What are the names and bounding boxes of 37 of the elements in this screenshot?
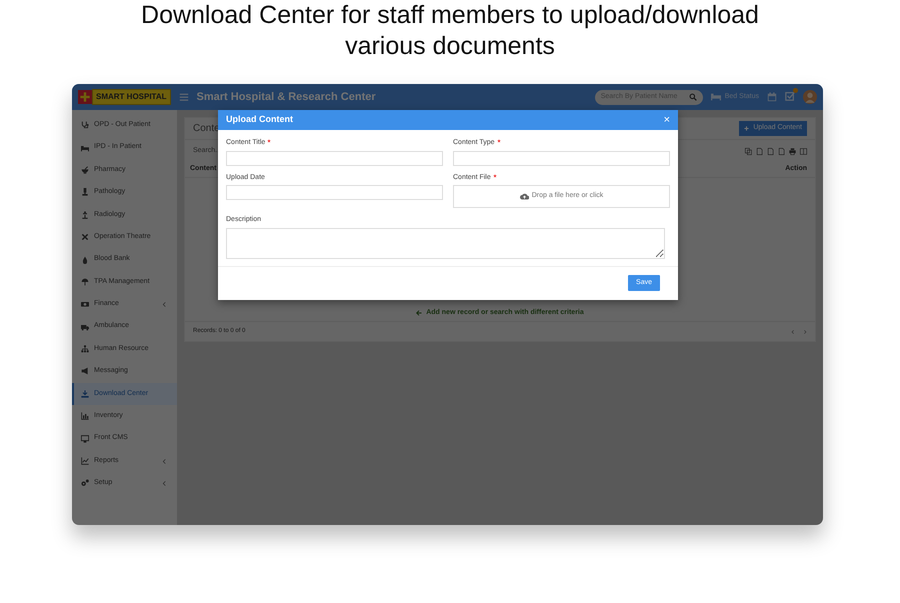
columns-icon[interactable] [800, 148, 807, 154]
cross-icon [81, 233, 89, 242]
umbrella-icon [81, 278, 89, 286]
line-chart-icon [81, 457, 89, 466]
close-button[interactable]: × [664, 114, 670, 126]
plus-icon [744, 126, 750, 131]
cross-logo-icon [78, 90, 92, 104]
stethoscope-icon [81, 121, 89, 130]
money-icon [81, 300, 89, 308]
copy-icon[interactable] [745, 148, 752, 154]
ambulance-icon [81, 322, 89, 331]
input-field[interactable] [226, 185, 443, 200]
app-title: Smart Hospital & Research Center [196, 90, 376, 105]
menu-icon[interactable] [178, 92, 189, 102]
tasks-icon[interactable] [785, 91, 795, 102]
input-field[interactable] [453, 150, 670, 166]
cloud-upload-icon [520, 192, 529, 201]
bed-icon [81, 144, 89, 152]
calendar-icon[interactable] [767, 92, 777, 102]
avatar-icon[interactable] [803, 90, 817, 104]
search-icon [688, 93, 697, 101]
bar-chart-icon [81, 412, 89, 420]
input-field[interactable] [226, 150, 443, 166]
logo-text: SMART HOSPITAL [92, 89, 171, 105]
dialog-title: Upload Content [226, 113, 293, 126]
mortar-icon [81, 166, 89, 174]
text-area[interactable] [226, 228, 665, 258]
drop-icon [81, 256, 89, 264]
headline: Download Center for staff members to upload/download various documents [140, 0, 760, 62]
notification-dot [793, 88, 798, 94]
left-arrow-icon [416, 310, 422, 316]
sitemap-icon [81, 345, 89, 354]
print-icon[interactable] [789, 148, 796, 154]
download-icon [81, 390, 89, 398]
megaphone-icon [81, 367, 89, 376]
bed-icon [710, 92, 721, 102]
monitor-icon [81, 434, 89, 443]
